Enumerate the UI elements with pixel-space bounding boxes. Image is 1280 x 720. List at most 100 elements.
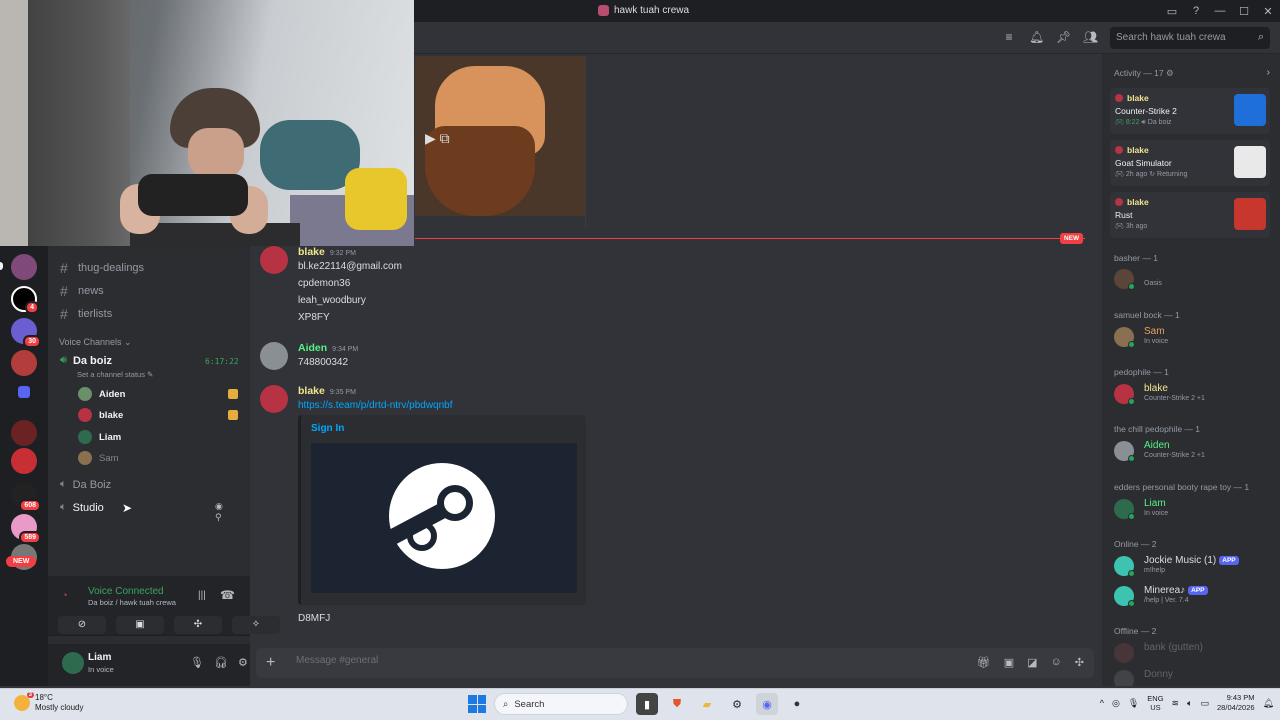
embedded-image[interactable]: ▶ ⧉ [415, 56, 585, 216]
noise-suppression-icon[interactable]: ||| [198, 590, 206, 601]
text-channel[interactable]: # thug-dealings [60, 260, 144, 276]
server-icon[interactable]: 4 [11, 286, 39, 314]
bell-icon[interactable]: 🔔︎ [1029, 30, 1044, 44]
server-icon[interactable] [11, 254, 37, 280]
close-button[interactable]: ✕ [1256, 0, 1280, 22]
weather-widget[interactable]: 3 18°C Mostly cloudy [14, 692, 83, 713]
member-item[interactable]: Aiden Counter-Strike 2 +1 [1114, 439, 1274, 463]
server-icon[interactable] [11, 420, 37, 446]
server-icon [598, 5, 609, 16]
server-icon[interactable] [11, 448, 37, 474]
battery-icon[interactable]: ▭ [1201, 698, 1210, 709]
search-input[interactable]: Search hawk tuah crewa ⌕ [1110, 27, 1270, 49]
window-title: hawk tuah crewa [598, 5, 689, 16]
steam-icon[interactable]: ⚙ [726, 693, 748, 715]
file-explorer-icon[interactable]: ▰ [696, 693, 718, 715]
activity-card[interactable]: blake Counter-Strike 2 🎮︎ 8:22 🔊︎ Da boi… [1110, 88, 1270, 134]
signal-icon[interactable]: ◔ [62, 590, 67, 600]
wifi-icon[interactable]: ≋ [1172, 698, 1180, 709]
discord-icon[interactable]: ◉ [756, 693, 778, 715]
play-icon[interactable]: ▶ ⧉ [425, 130, 450, 147]
member-list: Activity — 17 ⚙ › blake Counter-Strike 2… [1102, 54, 1280, 686]
screen-share-button[interactable]: ▣ [116, 616, 164, 634]
channel-status[interactable]: Set a channel status ✎ [77, 370, 153, 379]
avatar[interactable] [62, 652, 84, 674]
gift-icon[interactable]: 🎁︎ [977, 656, 991, 669]
headphones-icon[interactable]: 🎧︎ [214, 656, 228, 669]
disconnect-icon[interactable]: ☎ [220, 588, 235, 602]
member-item[interactable]: Donny [1114, 668, 1274, 686]
network-icon[interactable]: ◎ [1112, 698, 1120, 709]
server-icon[interactable] [11, 350, 37, 376]
brave-browser-icon[interactable]: ⛊ [666, 693, 688, 715]
search-icon: ⌕ [503, 698, 509, 710]
notifications-icon[interactable]: 🔔︎ [1263, 698, 1274, 709]
member-item[interactable]: Oasis [1114, 267, 1274, 291]
threads-icon[interactable]: ≡ [1002, 30, 1016, 44]
member-item[interactable]: blake Counter-Strike 2 +1 [1114, 382, 1274, 406]
avatar[interactable] [260, 342, 288, 370]
activity-card[interactable]: blake Rust 🎮︎ 3h ago [1110, 192, 1270, 238]
language-indicator[interactable]: ENG US [1147, 694, 1163, 712]
message-link[interactable]: https://s.team/p/drtd-ntrv/pbdwqnbf [298, 400, 453, 411]
maximize-button[interactable]: ☐ [1232, 0, 1256, 22]
member-item[interactable]: Jockie Music (1) APP m!help [1114, 554, 1274, 578]
voice-user[interactable]: Aiden [78, 387, 238, 401]
start-button[interactable] [468, 695, 486, 713]
text-channel[interactable]: # tierlists [60, 306, 112, 322]
gear-icon[interactable]: ⚙ [238, 656, 248, 669]
minimize-button[interactable]: — [1208, 0, 1232, 22]
voice-channel-active[interactable]: 🔊︎ Da boiz [60, 354, 112, 367]
member-item[interactable]: Minerea♪ APP /help | Ver. 7.4 [1114, 584, 1274, 608]
voice-category[interactable]: Voice Channels ⌄ [59, 337, 132, 348]
new-badge: NEW [6, 556, 37, 567]
add-attachment-icon[interactable]: + [266, 654, 275, 672]
server-icon[interactable]: 608 [11, 482, 41, 512]
help-icon[interactable]: ? [1184, 0, 1208, 22]
game-controller-icon [138, 174, 248, 216]
folder-icon[interactable] [18, 386, 30, 398]
activity-card[interactable]: blake Goat Simulator 🎮︎ 2h ago ↻ Returni… [1110, 140, 1270, 186]
inbox-icon[interactable]: ▭ [1160, 0, 1184, 22]
microphone-icon[interactable]: 🎙︎ [190, 656, 204, 669]
microphone-icon[interactable]: 🎙︎ [1128, 698, 1139, 709]
server-icon[interactable]: 589 [11, 514, 41, 544]
volume-icon[interactable]: 🔈︎ [1187, 698, 1192, 709]
members-icon[interactable]: 👥︎ [1083, 30, 1098, 44]
emoji-icon[interactable]: ☺ [1051, 656, 1062, 669]
apps-icon[interactable]: ✣ [1075, 656, 1084, 669]
tray-overflow-icon[interactable]: ^ [1100, 698, 1104, 708]
voice-channel[interactable]: 🔈︎ Studio ◉ ⚲ [60, 501, 223, 522]
pin-icon[interactable]: 📌︎ [1056, 30, 1071, 44]
soundboard-button[interactable]: ✧ [232, 616, 280, 634]
server-icon[interactable]: 30 [11, 318, 41, 348]
avatar[interactable] [260, 385, 288, 413]
speaker-icon: 🔈︎ [60, 478, 67, 490]
taskbar-search[interactable]: ⌕ Search [494, 693, 628, 715]
sticker-icon[interactable]: ◪ [1027, 656, 1037, 669]
app-icon[interactable]: ● [786, 693, 808, 715]
member-item[interactable]: Sam In voice [1114, 325, 1274, 349]
voice-channel[interactable]: 🔈︎ Da Boiz [60, 478, 111, 491]
chat-and-invite-icons[interactable]: ◉ ⚲ [215, 501, 223, 523]
activities-button[interactable]: ✣ [174, 616, 222, 634]
embed-image[interactable] [311, 443, 577, 593]
voice-user[interactable]: Sam [78, 451, 119, 465]
camera-off-button[interactable]: ⊘ [58, 616, 106, 634]
activity-header[interactable]: Activity — 17 ⚙ [1114, 68, 1174, 79]
server-rail: 4 30 608 589 NEW [0, 246, 48, 686]
message-input[interactable] [296, 655, 896, 666]
gif-icon[interactable]: ▣ [1004, 656, 1014, 669]
avatar[interactable] [260, 246, 288, 274]
member-item[interactable]: bank (gutten) [1114, 641, 1274, 665]
voice-user[interactable]: Liam [78, 430, 121, 444]
webcam-video[interactable] [0, 0, 414, 246]
member-item[interactable]: Liam In voice [1114, 497, 1274, 521]
clock[interactable]: 9:43 PM 28/04/2026 [1217, 693, 1255, 713]
embed-title[interactable]: Sign In [311, 423, 344, 434]
task-view-icon[interactable]: ▮ [636, 693, 658, 715]
text-channel[interactable]: # news [60, 283, 104, 299]
voice-user[interactable]: blake [78, 408, 238, 422]
user-panel: Liam In voice 🎙︎ 🎧︎ ⚙ [48, 644, 250, 686]
chevron-right-icon[interactable]: › [1267, 67, 1270, 78]
